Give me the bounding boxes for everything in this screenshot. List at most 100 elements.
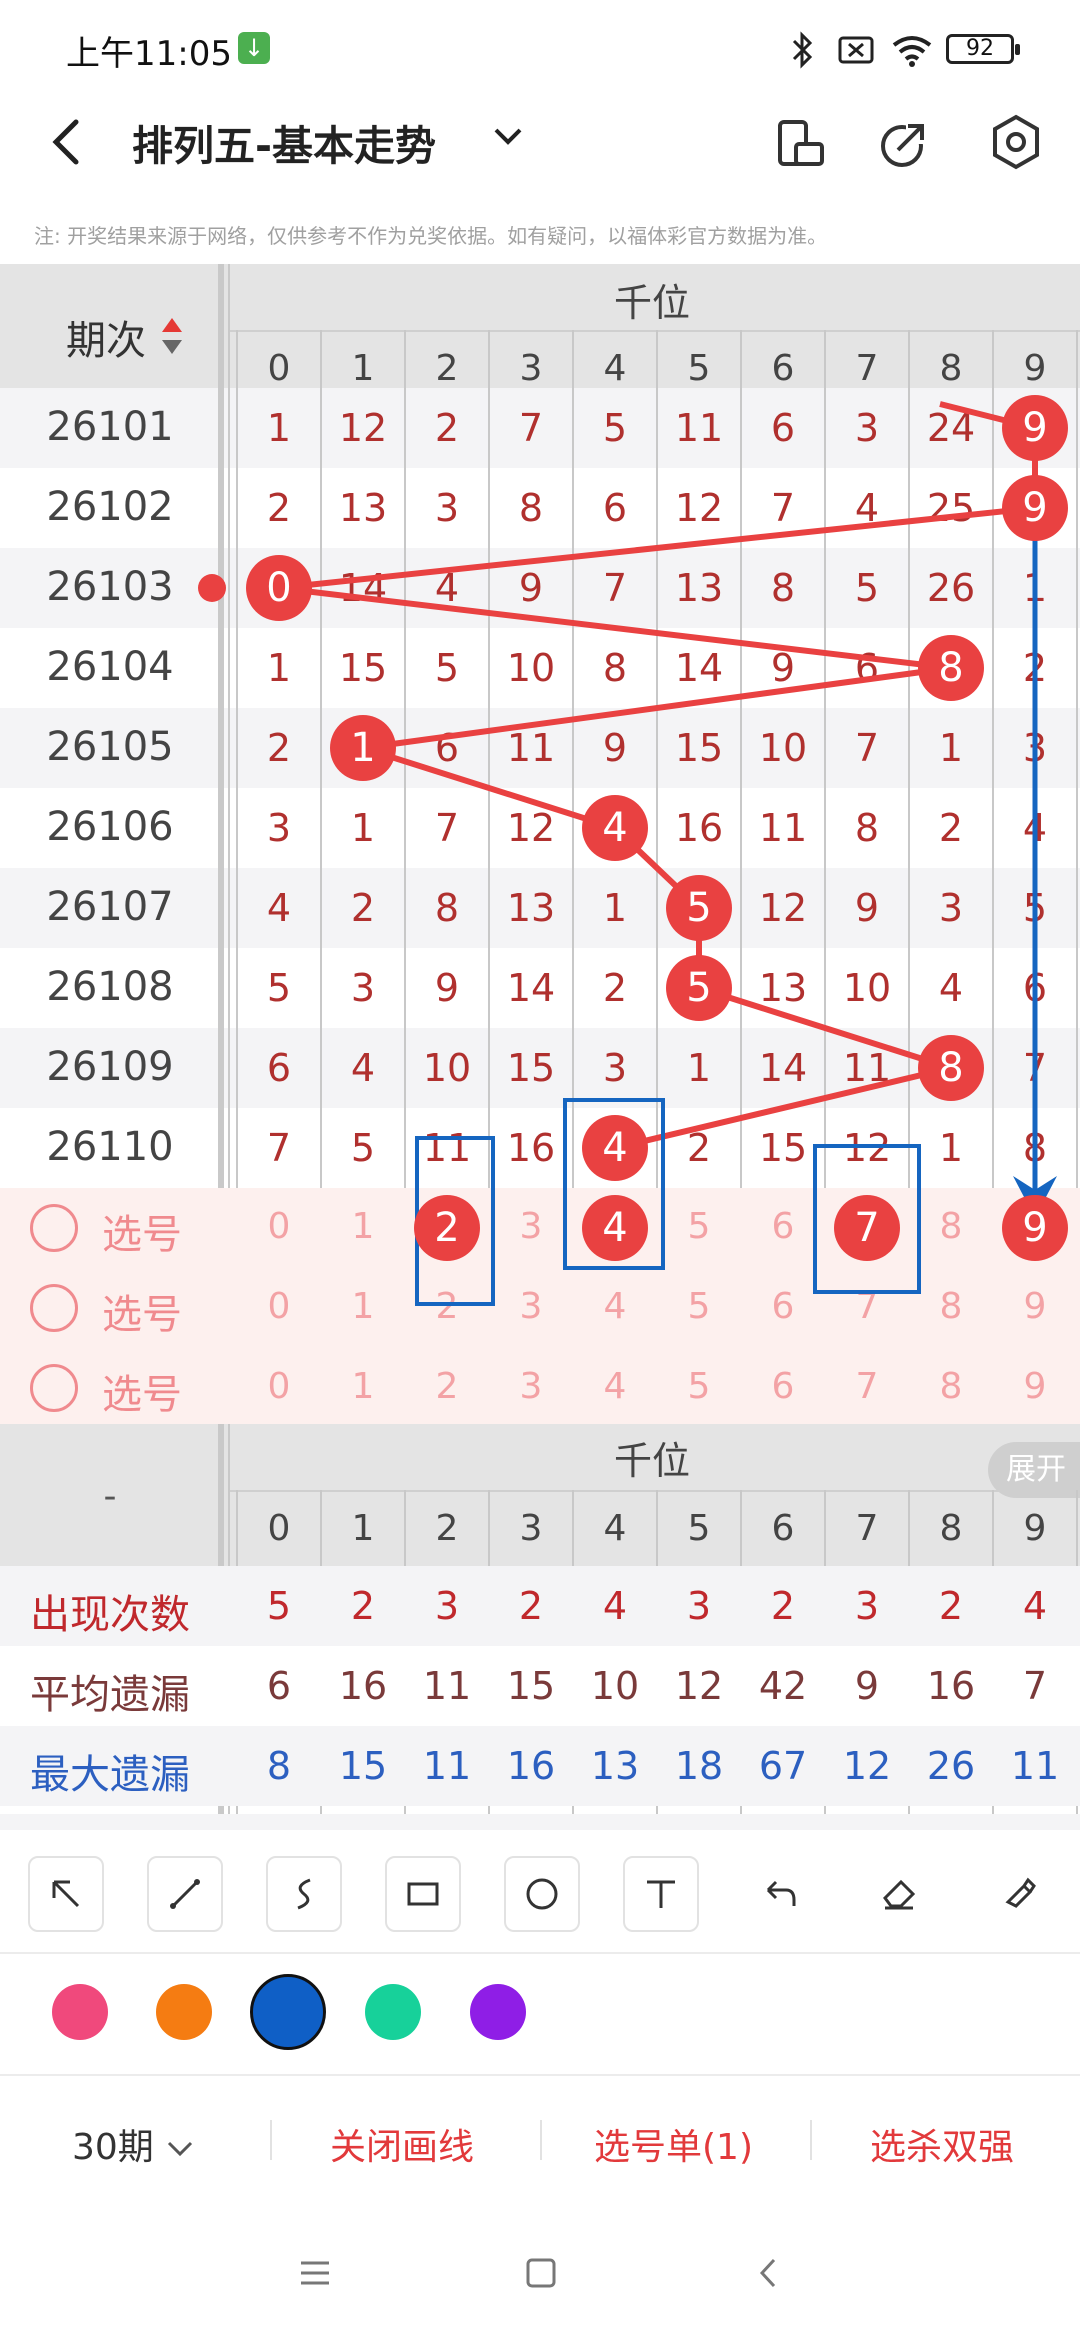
picked-ball[interactable]: 7 xyxy=(834,1195,900,1261)
home-square-icon xyxy=(526,2258,556,2288)
stats-digit-header: 8 xyxy=(939,1508,963,1549)
stats-value: 11 xyxy=(422,1664,472,1708)
stats-value: 8 xyxy=(266,1744,292,1788)
stats-value: 16 xyxy=(338,1664,388,1708)
stats-digit-header: 5 xyxy=(687,1508,711,1549)
period-label: 30期 xyxy=(72,2127,154,2168)
curve-tool-icon xyxy=(297,1878,311,1910)
stats-value: 9 xyxy=(854,1664,880,1708)
stats-digit-header: 1 xyxy=(351,1508,375,1549)
stats-value: 10 xyxy=(590,1664,640,1708)
stats-header-divider xyxy=(230,1490,1080,1492)
stats-value: 15 xyxy=(506,1664,556,1708)
curve-tool-button[interactable] xyxy=(266,1856,342,1932)
stats-digit-header: 2 xyxy=(435,1508,459,1549)
arrow-tool-icon xyxy=(52,1880,80,1908)
stats-value: 15 xyxy=(338,1744,388,1788)
home-nav-button[interactable] xyxy=(524,2256,558,2294)
hit-ball: 9 xyxy=(1002,475,1068,541)
stats-digit-header: 0 xyxy=(267,1508,291,1549)
back-nav-button[interactable] xyxy=(752,2256,786,2294)
close-lines-button[interactable]: 关闭画线 xyxy=(330,2118,474,2170)
stats-value: 3 xyxy=(434,1584,460,1628)
chevron-down-icon xyxy=(168,2141,193,2157)
stats-value: 13 xyxy=(590,1744,640,1788)
line-tool-button[interactable] xyxy=(147,1856,223,1932)
hit-ball: 0 xyxy=(246,555,312,621)
color-swatch[interactable] xyxy=(365,1984,421,2040)
stats-digit-header: 7 xyxy=(855,1508,879,1549)
eraser-tool-button[interactable] xyxy=(861,1856,937,1932)
text-tool-icon xyxy=(647,1880,675,1908)
undo-tool-button[interactable] xyxy=(742,1856,818,1932)
hit-ball: 4 xyxy=(582,1115,648,1181)
filter-button[interactable]: 选杀双强 xyxy=(870,2118,1014,2170)
picked-ball[interactable]: 2 xyxy=(414,1195,480,1261)
circle-tool-icon xyxy=(526,1878,558,1910)
bottom-divider xyxy=(810,2120,812,2160)
menu-nav-button[interactable] xyxy=(298,2256,332,2294)
clear-tool-icon xyxy=(1005,1877,1036,1908)
stats-value: 11 xyxy=(1010,1744,1060,1788)
stats-value: 16 xyxy=(506,1744,556,1788)
rect-tool-button[interactable] xyxy=(385,1856,461,1932)
stats-value: 2 xyxy=(938,1584,964,1628)
stats-value: 42 xyxy=(758,1664,808,1708)
rect-tool-icon xyxy=(407,1882,439,1906)
line-tool-icon xyxy=(170,1879,200,1909)
stats-value: 16 xyxy=(926,1664,976,1708)
text-tool-button[interactable] xyxy=(623,1856,699,1932)
stats-digit-header: 9 xyxy=(1023,1508,1047,1549)
undo-tool-icon xyxy=(766,1880,796,1906)
stats-value: 2 xyxy=(518,1584,544,1628)
eraser-tool-icon xyxy=(883,1879,916,1910)
hit-ball: 1 xyxy=(330,715,396,781)
bottom-divider xyxy=(270,2120,272,2160)
arrow-tool-button[interactable] xyxy=(28,1856,104,1932)
color-swatch[interactable] xyxy=(52,1984,108,2040)
color-swatch[interactable] xyxy=(250,1974,326,2050)
expand-button[interactable]: 展开 xyxy=(988,1442,1080,1498)
stats-section-title: 千位 xyxy=(614,1439,691,1483)
clear-tool-button[interactable] xyxy=(980,1856,1056,1932)
hit-ball: 8 xyxy=(918,1035,984,1101)
stats-value: 12 xyxy=(842,1744,892,1788)
stats-label: 出现次数 xyxy=(30,1592,190,1638)
stats-value: 3 xyxy=(686,1584,712,1628)
picked-ball[interactable]: 9 xyxy=(1002,1195,1068,1261)
stats-value: 5 xyxy=(266,1584,292,1628)
menu-icon xyxy=(301,2261,329,2285)
stats-dash: - xyxy=(103,1476,117,1517)
stats-value: 26 xyxy=(926,1744,976,1788)
stats-value: 4 xyxy=(602,1584,628,1628)
hit-ball: 9 xyxy=(1002,395,1068,461)
bottom-divider xyxy=(540,2120,542,2160)
circle-tool-button[interactable] xyxy=(504,1856,580,1932)
stats-label: 平均遗漏 xyxy=(30,1672,190,1718)
stats-label: 最大遗漏 xyxy=(30,1752,190,1798)
stats-value: 18 xyxy=(674,1744,724,1788)
stats-value: 7 xyxy=(1022,1664,1048,1708)
stats-digit-header: 4 xyxy=(603,1508,627,1549)
color-swatch[interactable] xyxy=(156,1984,212,2040)
back-chevron-icon xyxy=(759,2258,776,2288)
drawing-overlay xyxy=(415,506,1057,1306)
picked-ball[interactable]: 4 xyxy=(582,1195,648,1261)
stats-value: 2 xyxy=(770,1584,796,1628)
stats-value: 3 xyxy=(854,1584,880,1628)
stats-value: 11 xyxy=(422,1744,472,1788)
hit-ball: 5 xyxy=(666,875,732,941)
hit-ball: 8 xyxy=(918,635,984,701)
pick-list-button[interactable]: 选号单(1) xyxy=(594,2118,753,2170)
stats-row-clipped xyxy=(0,1814,1080,1830)
period-selector[interactable]: 30期 xyxy=(72,2118,195,2170)
stats-value: 67 xyxy=(758,1744,808,1788)
stats-value: 12 xyxy=(674,1664,724,1708)
stats-digit-header: 3 xyxy=(519,1508,543,1549)
stats-value: 2 xyxy=(350,1584,376,1628)
hit-ball: 5 xyxy=(666,955,732,1021)
stats-value: 6 xyxy=(266,1664,292,1708)
hit-ball: 4 xyxy=(582,795,648,861)
stats-digit-header: 6 xyxy=(771,1508,795,1549)
color-swatch[interactable] xyxy=(470,1984,526,2040)
